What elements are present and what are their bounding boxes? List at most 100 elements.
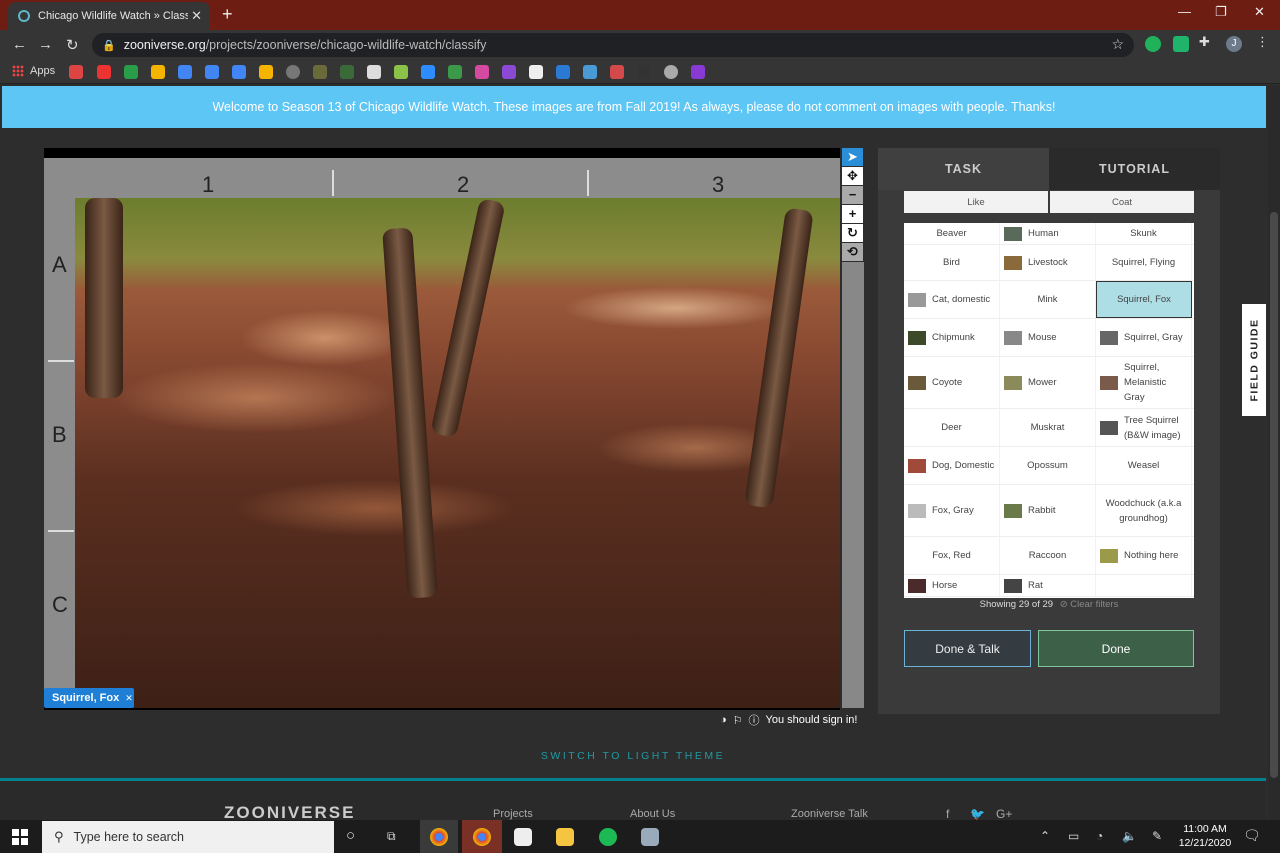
gmail-bookmark-icon[interactable] [69,65,83,79]
species-choice[interactable]: Deer [904,409,1000,446]
info-icon[interactable]: ⓘ [749,712,760,728]
bookmark-icon-22[interactable] [664,65,678,79]
species-choice[interactable]: Cat, domestic [904,281,1000,318]
back-icon[interactable]: ← [12,36,27,53]
species-choice[interactable]: Beaver [904,223,1000,244]
species-choice[interactable]: Nothing here [1096,537,1192,574]
species-choice[interactable]: Bird [904,245,1000,280]
species-choice[interactable]: Rat [1000,575,1096,596]
notifications-icon[interactable]: 🗨 [1243,827,1261,844]
grammarly-extension-icon[interactable] [1145,36,1161,52]
species-choice[interactable]: Squirrel, Gray [1096,319,1192,356]
done-button[interactable]: Done [1038,630,1194,667]
pointer-icon[interactable]: ➤ [842,148,863,166]
species-choice[interactable]: Rabbit [1000,485,1096,536]
google-plus-icon[interactable]: G+ [996,807,1012,821]
profile-avatar[interactable]: J [1226,36,1242,52]
species-choice[interactable]: Squirrel, Flying [1096,245,1192,280]
window-close-icon[interactable]: ✕ [1254,4,1265,20]
app-icon[interactable] [641,828,659,846]
maximize-icon[interactable]: ❐ [1215,4,1227,20]
species-choice[interactable]: Skunk [1096,223,1192,244]
flag-icon[interactable]: ⚐ [733,714,743,727]
zoom-bookmark-icon[interactable] [421,65,435,79]
species-choice[interactable]: Squirrel, Fox [1096,281,1192,318]
invert-contrast-icon[interactable]: ◑ [720,714,727,726]
drive-bookmark-icon[interactable] [124,65,138,79]
species-choice[interactable]: Coyote [904,357,1000,408]
species-choice[interactable]: Tree Squirrel (B&W image) [1096,409,1192,446]
extensions-puzzle-icon[interactable]: ✚ [1199,34,1215,50]
task-view-icon[interactable]: ⧉ [387,829,396,844]
clear-filters-link[interactable]: ⊘ Clear filters [1060,599,1119,610]
volume-icon[interactable]: 🔈 [1122,829,1137,843]
minimize-icon[interactable]: — [1178,4,1191,19]
tray-chevron-icon[interactable]: ⌃ [1040,829,1050,843]
page-scrollbar[interactable] [1268,86,1280,820]
bookmark-icon-21[interactable] [637,65,651,79]
zoom-out-icon[interactable]: − [842,186,863,204]
twitter-icon[interactable]: 🐦 [970,807,985,821]
reload-icon[interactable]: ↻ [66,36,79,54]
new-tab-button[interactable]: + [222,4,233,25]
cortana-icon[interactable]: ○ [346,827,355,844]
species-choice[interactable]: Mower [1000,357,1096,408]
bookmark-icon-11[interactable] [367,65,381,79]
chrome-icon-2[interactable] [473,828,491,846]
photos-bookmark-icon[interactable] [259,65,273,79]
pen-icon[interactable]: ✎ [1152,829,1162,843]
species-choice[interactable]: Horse [904,575,1000,596]
store-icon[interactable] [514,828,532,846]
switch-theme-link[interactable]: SWITCH TO LIGHT THEME [0,750,1266,762]
bookmark-star-icon[interactable]: ☆ [1111,36,1124,53]
bookmark-icon-23[interactable] [691,65,705,79]
loading-bookmark-icon[interactable] [286,65,300,79]
field-guide-tab[interactable]: FIELD GUIDE [1242,304,1266,416]
selected-species-tag[interactable]: Squirrel, Fox ✕ [44,688,134,708]
taskbar-clock[interactable]: 11:00 AM 12/21/2020 [1170,822,1240,850]
tab-tutorial[interactable]: TUTORIAL [1049,148,1220,190]
subject-viewer[interactable]: 1 2 3 A B C [44,148,840,710]
docs-bookmark-icon[interactable] [178,65,192,79]
docs-bookmark-icon-3[interactable] [232,65,246,79]
windows-start-icon[interactable] [12,829,28,845]
sign-in-notice[interactable]: You should sign in! [766,714,858,726]
facebook-icon[interactable]: f [946,807,949,821]
footer-link-projects[interactable]: Projects [493,808,533,820]
bookmark-icon-19[interactable] [583,65,597,79]
species-choice[interactable]: Fox, Red [904,537,1000,574]
species-choice[interactable]: Raccoon [1000,537,1096,574]
battery-icon[interactable]: ▭ [1068,829,1079,843]
species-choice[interactable]: Dog, Domestic [904,447,1000,484]
species-choice[interactable]: Chipmunk [904,319,1000,356]
url-input[interactable]: 🔒 zooniverse.org /projects/zooniverse/ch… [92,33,1134,57]
pan-move-icon[interactable]: ✥ [842,167,863,185]
bookmark-icon-18[interactable] [556,65,570,79]
file-explorer-icon[interactable] [556,828,574,846]
species-choice[interactable]: Human [1000,223,1096,244]
footer-link-about[interactable]: About Us [630,808,675,820]
species-choice[interactable]: Weasel [1096,447,1192,484]
done-and-talk-button[interactable]: Done & Talk [904,630,1031,667]
species-choice[interactable]: Squirrel, Melanistic Gray [1096,357,1192,408]
species-choice[interactable]: Livestock [1000,245,1096,280]
filter-coat[interactable]: Coat [1050,191,1194,213]
slides-bookmark-icon[interactable] [151,65,165,79]
species-choice[interactable]: Opossum [1000,447,1096,484]
forward-icon[interactable]: → [38,36,53,53]
bookmark-icon-20[interactable] [610,65,624,79]
remove-tag-icon[interactable]: ✕ [125,693,133,704]
species-choice[interactable]: Mouse [1000,319,1096,356]
filter-like[interactable]: Like [904,191,1048,213]
bookmark-icon-12[interactable] [394,65,408,79]
bookmark-apps[interactable]: Apps [12,65,55,77]
species-choice[interactable]: Muskrat [1000,409,1096,446]
bookmark-icon-10[interactable] [340,65,354,79]
taskbar-search-input[interactable]: ⚲ Type here to search [42,821,334,853]
bookmark-icon-17[interactable] [529,65,543,79]
spotify-icon[interactable] [599,828,617,846]
wifi-icon[interactable]: ◔ [1096,829,1103,843]
camera-trap-photo[interactable] [75,198,840,708]
bookmark-icon-14[interactable] [448,65,462,79]
chrome-icon[interactable] [430,828,448,846]
